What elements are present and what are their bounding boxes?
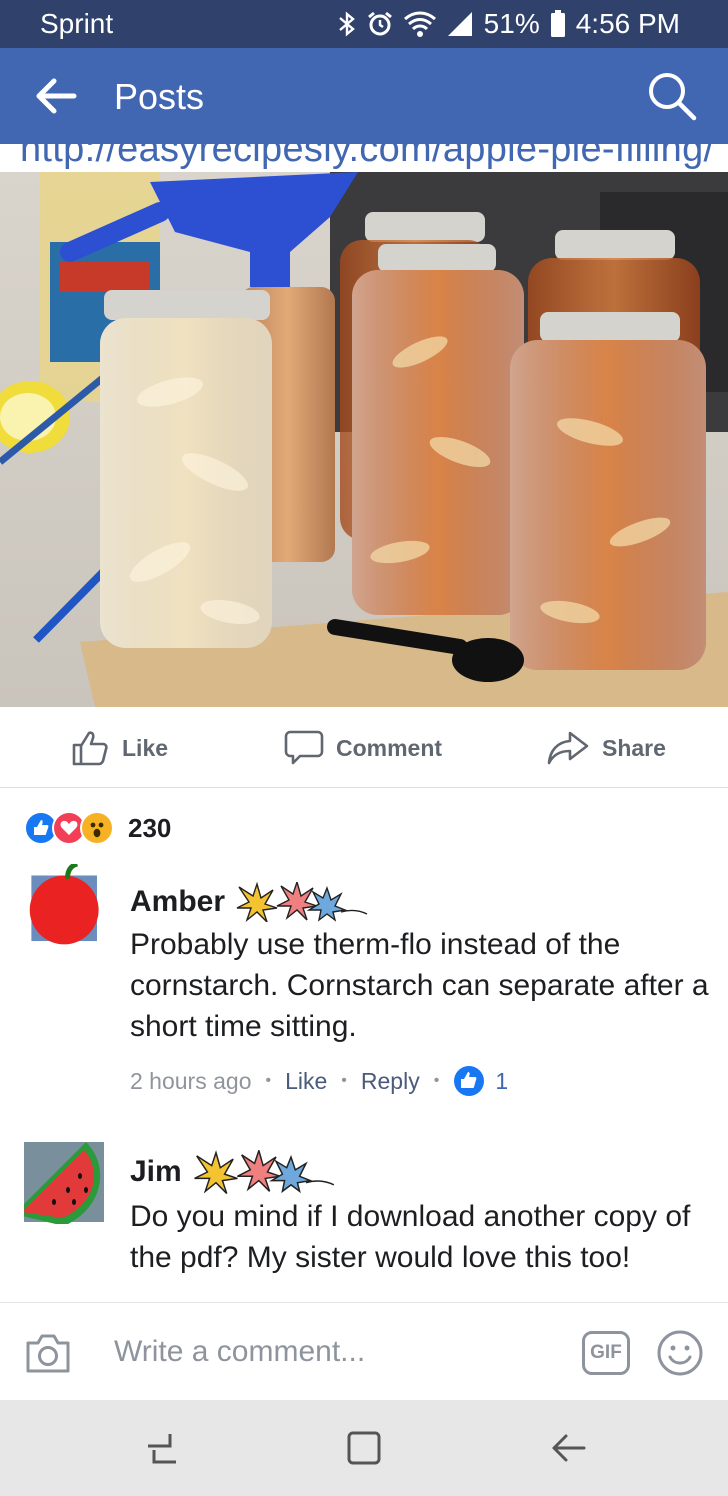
post-link[interactable]: http://easyrecipesly.com/apple-pie-filli… [0,144,728,172]
share-button[interactable]: Share [546,728,666,768]
camera-icon[interactable] [24,1331,72,1375]
comment-like-link[interactable]: Like [285,1068,327,1095]
speech-bubble-icon [284,730,324,765]
bluetooth-icon [338,11,355,37]
comment-button[interactable]: Comment [284,728,442,768]
reactions-summary[interactable]: 230 [24,810,171,846]
smiley-icon[interactable] [656,1329,704,1377]
flowers-emoji-icon [193,1150,334,1194]
comment-reply-link[interactable]: Reply [361,1068,420,1095]
carrier-name: Sprint [40,8,114,39]
separator-dot: • [341,1072,347,1089]
comment-text: Do you mind if I download another copy o… [130,1200,691,1274]
comment-like-count[interactable]: 1 [453,1065,508,1097]
separator-dot: • [265,1072,272,1089]
wow-reaction-icon [80,811,114,845]
wifi-icon [403,11,436,37]
apple-avatar[interactable] [24,864,106,946]
commenter-name[interactable]: Jim [130,1150,710,1194]
watermelon-avatar[interactable] [24,1142,106,1224]
signal-icon [447,12,472,36]
alarm-icon [367,11,392,36]
share-arrow-icon [547,731,589,765]
commenter-name-text[interactable]: Jim [130,1155,182,1189]
post-link-text[interactable]: http://easyrecipesly.com/apple-pie-filli… [20,144,714,171]
separator-dot: • [433,1072,440,1089]
like-button[interactable]: Like [70,728,168,768]
comment-composer: Write a comment... GIF [0,1302,728,1400]
comment-text: Probably use therm-flo instead of the co… [130,928,709,1043]
comment-timestamp: 2 hours ago [130,1067,252,1094]
battery-percent: 51% [483,8,540,39]
thumbs-up-icon [72,731,108,766]
clock: 4:56 PM [575,8,680,39]
recent-apps-icon[interactable] [140,1426,184,1470]
like-reaction-icon [454,1066,485,1096]
flowers-emoji-icon [236,882,368,922]
system-nav-bar [0,1400,728,1496]
commenter-name[interactable]: Amber [130,882,710,922]
reaction-count: 230 [128,812,172,843]
back-icon[interactable] [546,1426,590,1470]
app-bar: Posts [0,48,728,144]
post-actions: Like Comment Share [0,708,728,788]
comment-like-number: 1 [495,1067,509,1094]
comment-input[interactable]: Write a comment... [114,1335,365,1369]
home-icon[interactable] [342,1426,386,1470]
status-bar: Sprint 51% 4:56 PM [0,0,728,48]
share-label: Share [602,734,666,761]
battery-icon [550,10,565,37]
search-icon[interactable] [646,70,698,122]
page-title: Posts [114,76,205,117]
gif-button[interactable]: GIF [582,1331,630,1375]
status-icons: 51% 4:56 PM [338,8,680,40]
post-image[interactable] [0,172,728,707]
commenter-name-text[interactable]: Amber [130,885,225,919]
comment-meta: 2 hours ago • Like • Reply • 1 [130,1065,710,1097]
comment-label: Comment [336,734,443,761]
arrow-left-icon[interactable] [34,76,78,116]
like-label: Like [122,734,169,761]
